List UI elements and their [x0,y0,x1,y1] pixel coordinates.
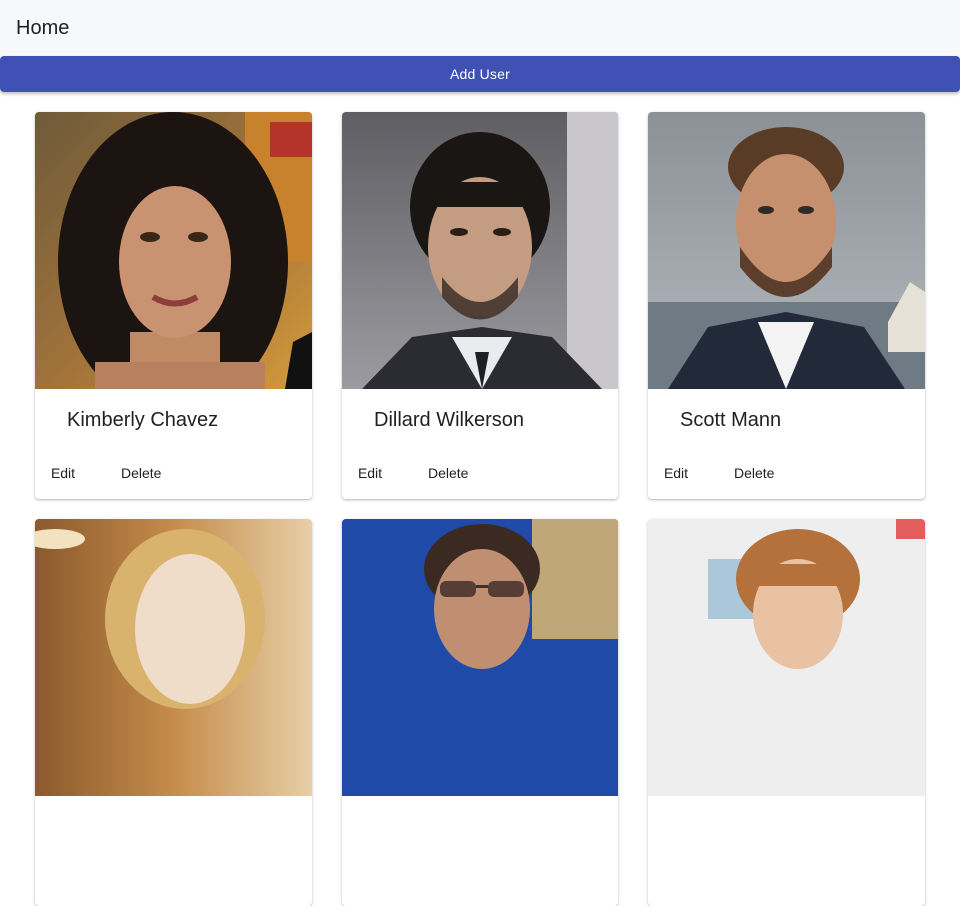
add-user-button[interactable]: Add User [0,56,960,92]
user-photo [35,519,312,796]
edit-button[interactable]: Edit [664,461,688,485]
delete-button[interactable]: Delete [416,461,480,485]
page-title: Home [16,17,70,39]
edit-button[interactable]: Edit [51,461,75,485]
edit-button[interactable]: Edit [358,461,382,485]
user-photo [648,519,925,796]
user-card: Dillard Wilkerson Edit Delete [342,112,618,499]
user-name: Dillard Wilkerson [374,409,525,431]
user-photo [648,112,925,389]
user-card [648,519,925,906]
user-photo [35,112,312,389]
user-card [35,519,312,906]
delete-button[interactable]: Delete [722,461,786,485]
app-header: Home [0,0,960,56]
user-name: Scott Mann [680,409,782,431]
user-card: Scott Mann Edit Delete [648,112,925,499]
card-actions: Edit Delete [51,461,173,485]
card-actions: Edit Delete [358,461,480,485]
user-photo [342,112,618,389]
user-photo [342,519,618,796]
delete-button[interactable]: Delete [109,461,173,485]
card-actions: Edit Delete [664,461,786,485]
user-name: Kimberly Chavez [67,409,219,431]
user-card [342,519,618,906]
user-card: Kimberly Chavez Edit Delete [35,112,312,499]
